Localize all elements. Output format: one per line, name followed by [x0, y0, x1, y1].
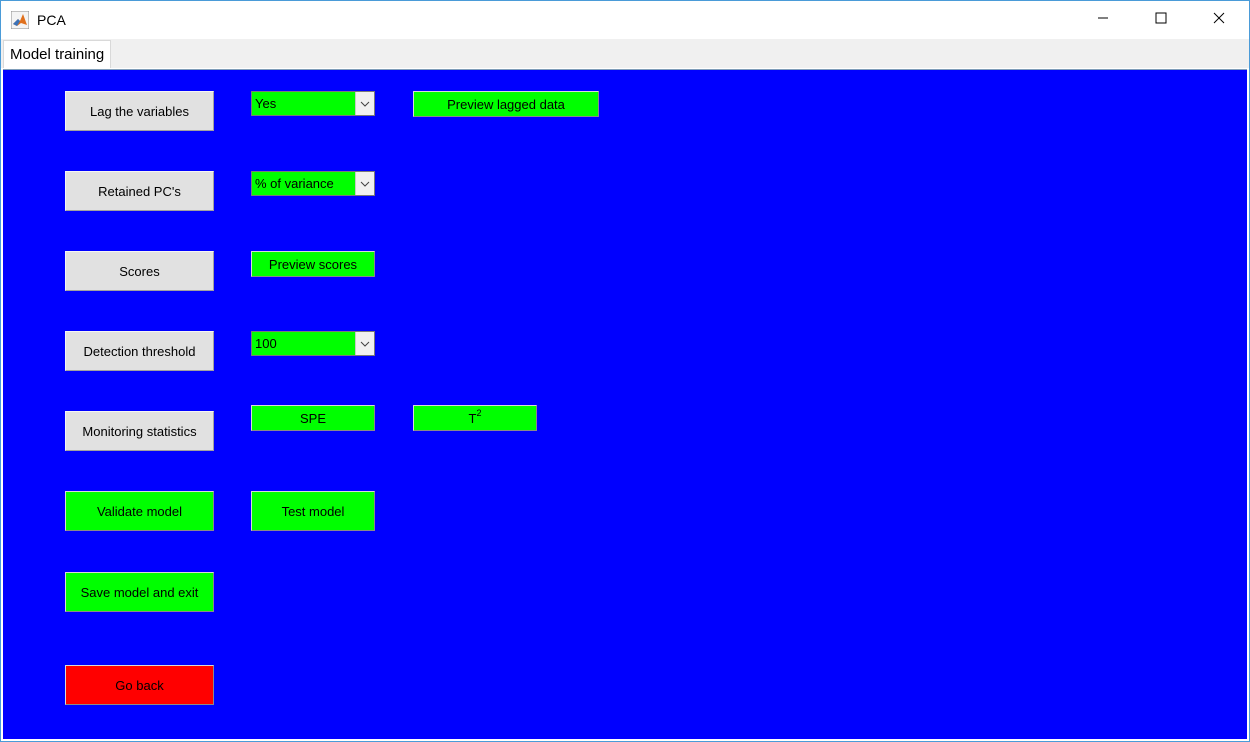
select-value: 100 [255, 336, 277, 351]
lag-select[interactable]: Yes [251, 91, 375, 116]
validate-model-button[interactable]: Validate model [65, 491, 214, 531]
detection-threshold-button[interactable]: Detection threshold [65, 331, 214, 371]
minimize-button[interactable] [1074, 1, 1132, 39]
go-back-button[interactable]: Go back [65, 665, 214, 705]
minimize-icon [1097, 11, 1109, 29]
chevron-down-icon[interactable] [355, 332, 374, 355]
t2-button[interactable]: T2 [413, 405, 537, 431]
lag-variables-button[interactable]: Lag the variables [65, 91, 214, 131]
button-label: SPE [299, 410, 326, 426]
t2-label: T2 [468, 407, 482, 426]
tab-model-training[interactable]: Model training [3, 40, 112, 68]
tab-label: Model training [10, 46, 105, 63]
preview-lagged-data-button[interactable]: Preview lagged data [413, 91, 599, 117]
button-label: Detection threshold [83, 343, 196, 359]
button-label: Retained PC's [98, 183, 181, 199]
pca-window: PCA Model training Lag the variables Ret… [0, 0, 1250, 742]
t2-base: T [468, 410, 477, 426]
save-model-exit-button[interactable]: Save model and exit [65, 572, 214, 612]
threshold-select[interactable]: 100 [251, 331, 375, 356]
select-value: % of variance [255, 176, 334, 191]
button-label: Lag the variables [89, 103, 189, 119]
button-label: Monitoring statistics [82, 423, 197, 439]
button-label: Preview lagged data [447, 96, 565, 112]
button-label: Test model [281, 503, 345, 519]
matlab-icon [10, 10, 30, 30]
button-label: Preview scores [268, 256, 358, 272]
scores-button[interactable]: Scores [65, 251, 214, 291]
chevron-down-icon[interactable] [355, 172, 374, 195]
monitoring-statistics-button[interactable]: Monitoring statistics [65, 411, 214, 451]
test-model-button[interactable]: Test model [251, 491, 375, 531]
preview-scores-button[interactable]: Preview scores [251, 251, 375, 277]
tab-strip: Model training [1, 39, 1249, 68]
button-label: Scores [119, 263, 160, 279]
button-label: Save model and exit [80, 584, 199, 600]
select-value: Yes [255, 96, 277, 111]
window-title: PCA [37, 12, 66, 28]
button-label: Go back [115, 677, 164, 693]
pc-criterion-select[interactable]: % of variance [251, 171, 375, 196]
maximize-button[interactable] [1132, 1, 1190, 39]
title-bar[interactable]: PCA [1, 1, 1249, 39]
retained-pcs-button[interactable]: Retained PC's [65, 171, 214, 211]
spe-button[interactable]: SPE [251, 405, 375, 431]
button-label: Validate model [96, 503, 183, 519]
close-button[interactable] [1190, 1, 1248, 39]
chevron-down-icon[interactable] [355, 92, 374, 115]
close-icon [1213, 11, 1225, 29]
t2-superscript: 2 [476, 407, 482, 418]
maximize-icon [1155, 11, 1167, 29]
model-training-panel: Lag the variables Retained PC's Scores D… [3, 69, 1247, 739]
